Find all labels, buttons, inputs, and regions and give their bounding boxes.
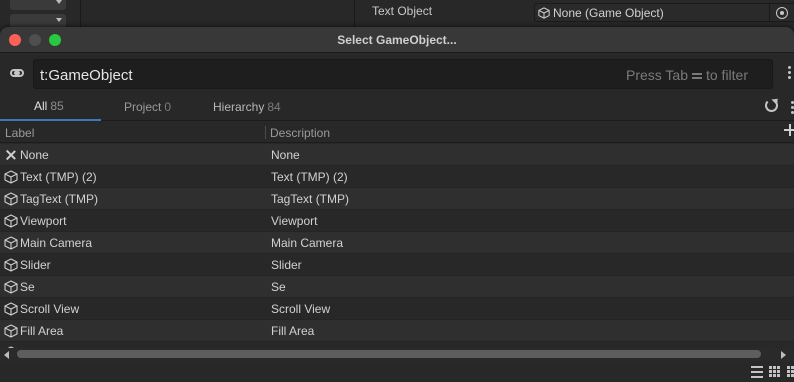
row-label: TagText (TMP): [20, 192, 99, 206]
scrollbar-thumb[interactable]: [17, 350, 761, 358]
row-label: Fill Area: [20, 324, 64, 338]
search-toggle-icon[interactable]: [10, 69, 24, 77]
object-picker-icon[interactable]: [776, 7, 788, 19]
table-row[interactable]: Slider Slider: [0, 254, 794, 276]
panel-divider: [80, 0, 81, 30]
row-label: Se: [20, 280, 35, 294]
text-object-field[interactable]: None (Game Object): [534, 3, 794, 22]
search-input[interactable]: [40, 65, 560, 85]
row-description: Scroll View: [271, 302, 331, 316]
tab-count: 0: [164, 99, 172, 114]
text-object-label: Text Object: [372, 4, 433, 18]
table-row[interactable]: TagText (TMP) TagText (TMP): [0, 188, 794, 210]
tab-hierarchy[interactable]: Hierarchy 84: [213, 92, 281, 121]
table-view-icon[interactable]: [787, 366, 794, 378]
panel-divider: [354, 0, 355, 30]
close-icon: [4, 148, 18, 162]
list-view-icon[interactable]: [751, 366, 763, 378]
table-row[interactable]: Fill Area Fill Area: [0, 320, 794, 342]
row-description: Text (TMP) (2): [271, 170, 348, 184]
cube-icon: [4, 302, 18, 316]
table-header: Label Description: [0, 122, 794, 143]
horizontal-scrollbar[interactable]: [0, 348, 794, 361]
cube-icon: [4, 258, 18, 272]
row-description: Viewport: [271, 214, 318, 228]
cube-icon: [4, 192, 18, 206]
table-row[interactable]: Viewport Viewport: [0, 210, 794, 232]
filter-hint: Press Tab to filter: [626, 67, 748, 83]
table-row[interactable]: Se Se: [0, 276, 794, 298]
column-resize-handle[interactable]: [265, 126, 266, 139]
table-row[interactable]: Text (TMP) (2) Text (TMP) (2): [0, 166, 794, 188]
inspector-dropdown[interactable]: [10, 0, 66, 10]
row-label: Viewport: [20, 214, 67, 228]
tab-label: Project: [124, 99, 162, 114]
row-label: None: [20, 148, 49, 162]
row-description: Slider: [271, 258, 302, 272]
window-title: Select GameObject...: [337, 33, 457, 47]
field-separator: [769, 4, 770, 21]
filter-hint-suffix: to filter: [705, 67, 748, 83]
chevron-down-icon: [56, 18, 62, 22]
scroll-right-icon[interactable]: [781, 351, 786, 359]
results-table: None None Text (TMP) (2) Text (TMP) (2) TagT…: [0, 144, 794, 348]
tab-project[interactable]: Project 0: [124, 92, 171, 121]
chevron-down-icon: [56, 0, 62, 4]
select-gameobject-window: Select GameObject... Press Tab to filter…: [0, 27, 794, 382]
row-description: None: [271, 148, 300, 162]
cube-icon: [4, 170, 18, 184]
search-tabs: All 85 Project 0 Hierarchy 84: [0, 92, 794, 121]
cube-icon: [4, 214, 18, 228]
tab-key-icon: [691, 72, 702, 81]
table-row[interactable]: Scroll View Scroll View: [0, 298, 794, 320]
add-column-icon[interactable]: [784, 124, 794, 136]
table-row[interactable]: Main Camera Main Camera: [0, 232, 794, 254]
text-object-field-value: None (Game Object): [553, 5, 664, 20]
refresh-icon[interactable]: [765, 99, 778, 112]
cube-icon: [538, 6, 550, 19]
row-label: Scroll View: [20, 302, 80, 316]
tab-count: 84: [267, 99, 281, 114]
more-options-icon[interactable]: [786, 66, 794, 80]
grid-view-icon[interactable]: [769, 366, 781, 378]
filter-hint-text: Press Tab: [625, 67, 688, 83]
row-label: Text (TMP) (2): [20, 170, 97, 184]
column-header-description[interactable]: Description: [270, 126, 330, 140]
row-description: Fill Area: [271, 324, 315, 338]
inspector-background: Text Object None (Game Object): [0, 0, 794, 30]
cube-icon: [4, 236, 18, 250]
tab-all[interactable]: All 85: [0, 92, 101, 121]
row-description: TagText (TMP): [271, 192, 350, 206]
cube-icon: [4, 324, 18, 338]
scroll-left-icon[interactable]: [4, 351, 9, 359]
search-box[interactable]: Press Tab to filter: [33, 59, 773, 89]
tab-label: Hierarchy: [213, 99, 265, 114]
status-bar: [0, 361, 794, 382]
row-label: Main Camera: [20, 236, 93, 250]
row-description: Main Camera: [271, 236, 344, 250]
cube-icon: [4, 280, 18, 294]
tab-label: All: [34, 98, 48, 113]
inspector-dropdown[interactable]: [10, 14, 66, 28]
table-row[interactable]: None None: [0, 144, 794, 166]
title-bar[interactable]: Select GameObject...: [0, 27, 794, 53]
tab-count: 85: [50, 98, 64, 113]
row-label: Slider: [20, 258, 51, 272]
row-description: Se: [271, 280, 286, 294]
column-header-label[interactable]: Label: [5, 126, 34, 140]
search-row: Press Tab to filter: [0, 53, 794, 92]
